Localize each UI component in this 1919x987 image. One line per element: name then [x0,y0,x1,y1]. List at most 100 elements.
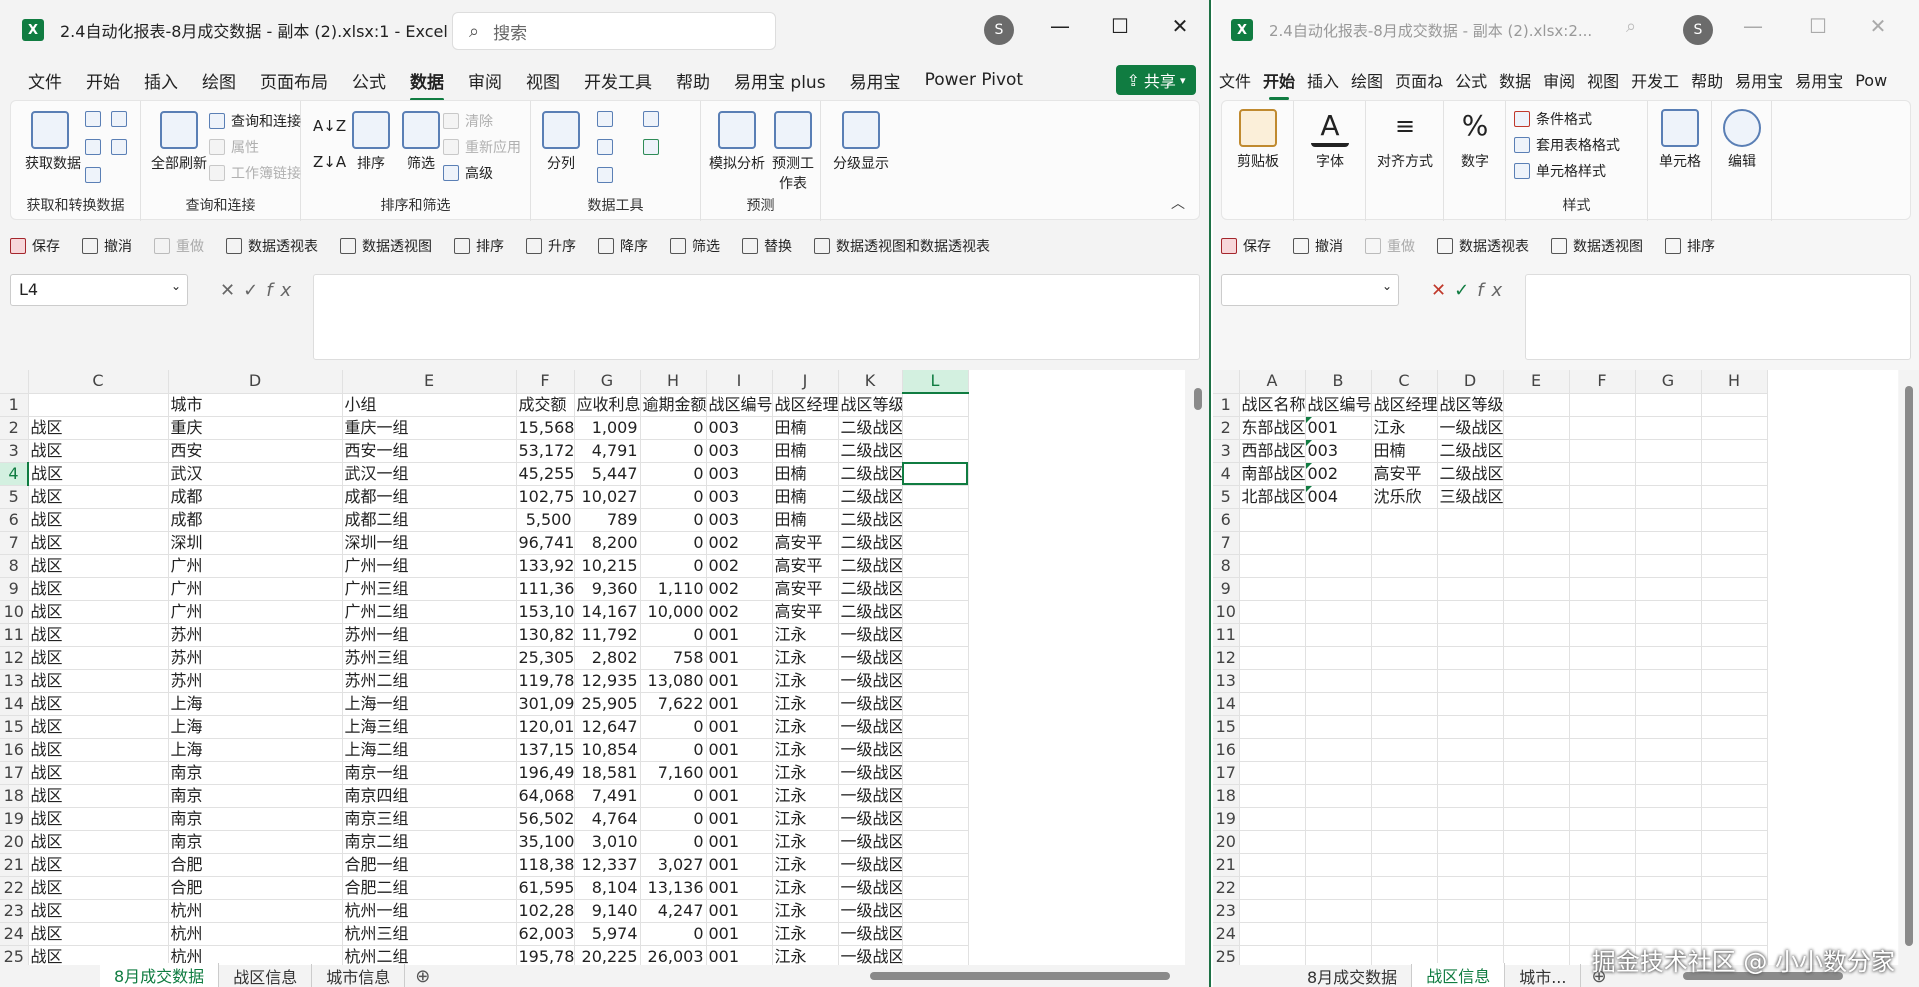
cell[interactable]: 战区 [28,830,169,854]
row-header[interactable]: 18 [0,784,29,808]
cell[interactable] [1503,876,1570,900]
tab-5[interactable]: 公式 [1449,68,1493,92]
cell[interactable] [1569,554,1636,578]
cell[interactable]: 战区 [28,508,169,532]
cell[interactable]: 战区 [28,554,169,578]
cell[interactable]: 江永 [772,715,839,739]
cell[interactable] [1239,738,1306,762]
cell[interactable]: 001 [706,945,773,965]
cell[interactable]: 118,385 [516,853,575,877]
row-header[interactable]: 25 [1213,945,1240,965]
cell[interactable] [1371,784,1438,808]
cell[interactable]: 战区 [28,784,169,808]
cell[interactable] [1503,531,1570,555]
cell[interactable]: 广州一组 [342,554,517,578]
header-cell[interactable]: 应收利息 [574,393,641,417]
cancel-icon[interactable]: ✕ [220,280,243,301]
cell[interactable]: 江永 [772,784,839,808]
cell[interactable] [1437,922,1504,946]
cell[interactable] [1635,807,1702,831]
row-header[interactable]: 10 [1213,600,1240,624]
cell[interactable] [1371,922,1438,946]
cell[interactable] [1437,554,1504,578]
data-validation-button[interactable] [597,167,619,183]
cell[interactable]: 001 [706,922,773,946]
cell[interactable] [1701,784,1768,808]
row-header[interactable]: 7 [1213,531,1240,555]
cell[interactable]: 111,362 [516,577,575,601]
header-cell[interactable]: 城市 [168,393,343,417]
cell[interactable] [1635,876,1702,900]
cell[interactable] [1569,807,1636,831]
cell[interactable]: 13,136 [640,876,707,900]
cell[interactable]: 战区 [28,577,169,601]
column-header-B[interactable]: B [1305,370,1372,394]
cell[interactable] [1569,439,1636,463]
cell[interactable]: 18,581 [574,761,641,785]
cell[interactable] [902,577,969,601]
cell[interactable] [1701,485,1768,509]
row-header[interactable]: 20 [1213,830,1240,854]
cell[interactable] [1503,623,1570,647]
cell[interactable]: 001 [706,899,773,923]
cell[interactable] [1569,393,1636,417]
cell[interactable]: 成都 [168,485,343,509]
cell[interactable] [1701,715,1768,739]
cell[interactable] [1437,761,1504,785]
cell[interactable] [1371,807,1438,831]
sort-desc-button[interactable]: Z↓A [313,153,346,171]
tab-13[interactable]: Power Pivot [913,70,1036,90]
tab-4[interactable]: 页面ね [1389,68,1449,92]
cell[interactable]: 武汉 [168,462,343,486]
column-header-H[interactable]: H [1701,370,1768,394]
fx-icon[interactable]: fx [266,280,299,301]
cell[interactable]: 102,282 [516,899,575,923]
cell[interactable]: 合肥二组 [342,876,517,900]
editing-button[interactable]: 编辑 [1716,109,1768,171]
cell[interactable]: 25,305 [516,646,575,670]
cell[interactable]: 西安 [168,439,343,463]
cell[interactable]: 一级战区 [838,715,903,739]
cell[interactable]: 001 [706,830,773,854]
cell[interactable] [1239,807,1306,831]
tab-12[interactable]: 易用宝 [838,68,913,93]
sheet-tab-0[interactable]: 8月成交数据 [1293,964,1413,987]
cell[interactable]: 789 [574,508,641,532]
column-header-L[interactable]: L [902,370,969,394]
cell[interactable] [1701,646,1768,670]
cell[interactable] [1371,692,1438,716]
cell[interactable] [1305,577,1372,601]
cell[interactable] [1635,600,1702,624]
cell[interactable]: 001 [706,692,773,716]
cell[interactable] [1239,554,1306,578]
cell[interactable]: 合肥 [168,853,343,877]
get-data-button[interactable]: 获取数据 [25,111,81,173]
cell[interactable] [1635,830,1702,854]
enter-icon[interactable]: ✓ [243,280,266,301]
cell[interactable]: 一级战区 [838,945,903,965]
recent-sources-button[interactable] [111,111,133,127]
cell[interactable]: 61,595 [516,876,575,900]
cell[interactable]: 5,447 [574,462,641,486]
tab-12[interactable]: 易用宝 [1789,68,1849,92]
cell[interactable]: 江永 [772,669,839,693]
cell[interactable] [902,899,969,923]
column-header-H[interactable]: H [640,370,707,394]
row-header[interactable]: 10 [0,600,29,624]
cell[interactable] [1503,600,1570,624]
tab-8[interactable]: 视图 [514,68,572,93]
row-header[interactable]: 7 [0,531,29,555]
row-header[interactable]: 4 [1213,462,1240,486]
cell[interactable]: 0 [640,738,707,762]
header-cell[interactable]: 战区编号 [706,393,773,417]
tab-8[interactable]: 视图 [1581,68,1625,92]
cell[interactable]: 二级战区 [838,416,903,440]
cell[interactable]: 战区经理 [1371,393,1438,417]
cell[interactable]: 4,791 [574,439,641,463]
cell[interactable]: 一级战区 [838,623,903,647]
minimize-icon[interactable]: — [1733,14,1773,38]
cell[interactable] [1503,416,1570,440]
cell[interactable]: 001 [706,623,773,647]
cell[interactable] [1701,830,1768,854]
cell[interactable] [1371,577,1438,601]
